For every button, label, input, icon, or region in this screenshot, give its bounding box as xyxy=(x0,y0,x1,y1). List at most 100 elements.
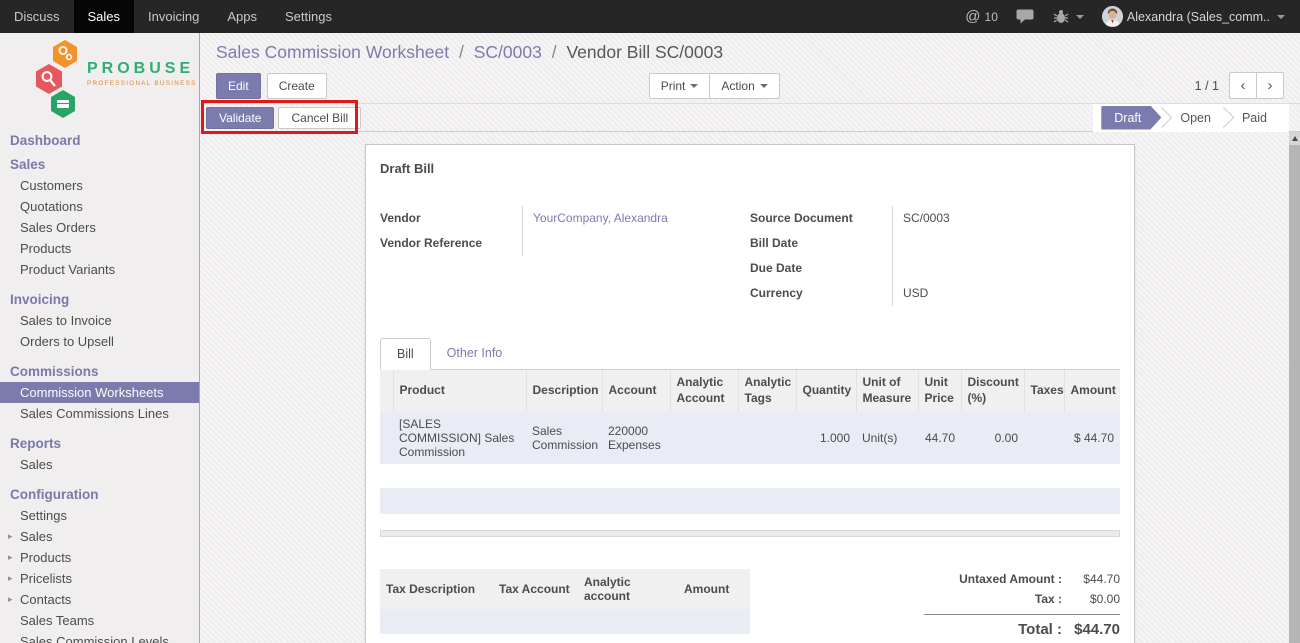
tab-bill[interactable]: Bill xyxy=(380,338,431,370)
vendor-reference-label: Vendor Reference xyxy=(380,231,522,256)
col-account[interactable]: Account xyxy=(602,370,670,412)
sidebar-item-sales-teams[interactable]: Sales Teams xyxy=(0,610,199,631)
empty-row xyxy=(380,488,1120,514)
sidebar-item-settings[interactable]: Settings xyxy=(0,505,199,526)
tab-other-info[interactable]: Other Info xyxy=(431,338,519,369)
sidebar-item-sales-commissions-lines[interactable]: Sales Commissions Lines xyxy=(0,403,199,424)
user-menu[interactable]: Alexandra (Sales_comm.. xyxy=(1093,0,1294,33)
menu-settings[interactable]: Settings xyxy=(271,0,346,33)
sidebar-header-dashboard[interactable]: Dashboard xyxy=(0,130,199,151)
col-tax-analytic-account[interactable]: Analytic account xyxy=(578,569,678,609)
bill-date-label: Bill Date xyxy=(750,231,892,256)
chevron-down-icon xyxy=(760,84,768,88)
cell-analytic-tags xyxy=(738,412,796,464)
sidebar-item-sales-to-invoice[interactable]: Sales to Invoice xyxy=(0,310,199,331)
sidebar-item-product-variants[interactable]: Product Variants xyxy=(0,259,199,280)
col-product[interactable]: Product xyxy=(393,370,526,412)
sidebar-item-products[interactable]: Products xyxy=(0,238,199,259)
breadcrumb-sc0003-link[interactable]: SC/0003 xyxy=(474,42,542,62)
breadcrumb-worksheet-link[interactable]: Sales Commission Worksheet xyxy=(216,42,449,62)
untaxed-amount-value: $44.70 xyxy=(1062,572,1120,586)
invoice-line-row[interactable]: [SALES COMMISSION] Sales Commission Sale… xyxy=(380,412,1120,464)
col-tax-amount[interactable]: Amount xyxy=(678,569,750,609)
tax-header-row: Tax Description Tax Account Analytic acc… xyxy=(380,569,750,609)
col-amount[interactable]: Amount xyxy=(1064,370,1120,412)
total-label: Total : xyxy=(1018,621,1062,638)
action-dropdown-button[interactable]: Action xyxy=(709,73,779,99)
col-quantity[interactable]: Quantity xyxy=(796,370,856,412)
vendor-bill-sheet: Draft Bill Vendor YourCompany, Alexandra… xyxy=(365,144,1135,643)
sidebar-item-customers[interactable]: Customers xyxy=(0,175,199,196)
messages-button[interactable] xyxy=(1007,0,1044,33)
breadcrumb: Sales Commission Worksheet / SC/0003 / V… xyxy=(216,42,1300,63)
scroll-up-arrow-icon[interactable] xyxy=(1289,132,1300,145)
sidebar-item-commission-worksheets[interactable]: Commission Worksheets xyxy=(0,382,199,403)
print-dropdown-button[interactable]: Print xyxy=(649,73,711,99)
field-group-left: Vendor YourCompany, Alexandra Vendor Ref… xyxy=(380,206,750,306)
expand-caret-icon: ▸ xyxy=(8,551,15,564)
cell-quantity: 1.000 xyxy=(796,412,856,464)
sidebar-item-sales-commission-levels[interactable]: Sales Commission Levels xyxy=(0,631,199,643)
col-unit-of-measure[interactable]: Unit of Measure xyxy=(856,370,918,412)
invoice-lines-table: Product Description Account Analytic Acc… xyxy=(380,370,1120,530)
col-tax-description[interactable]: Tax Description xyxy=(380,569,493,609)
vertical-scrollbar[interactable] xyxy=(1289,132,1300,643)
sidebar-header-reports[interactable]: Reports xyxy=(0,433,199,454)
tax-value: $0.00 xyxy=(1062,592,1120,606)
horizontal-scrollbar[interactable] xyxy=(380,530,1120,537)
pager-next-button[interactable]: › xyxy=(1256,72,1284,99)
probuse-logo-icon xyxy=(34,38,84,120)
currency-value: USD xyxy=(892,281,1120,306)
button-row: Edit Create Print Action 1 / 1 ‹ › xyxy=(216,72,1300,99)
mentions-button[interactable]: @ 10 xyxy=(956,0,1007,33)
pager: 1 / 1 ‹ › xyxy=(1195,72,1284,99)
sidebar-item-reports-sales[interactable]: Sales xyxy=(0,454,199,475)
sidebar-header-configuration[interactable]: Configuration xyxy=(0,484,199,505)
col-discount[interactable]: Discount (%) xyxy=(961,370,1024,412)
col-unit-price[interactable]: Unit Price xyxy=(918,370,961,412)
col-tax-account[interactable]: Tax Account xyxy=(493,569,578,609)
menu-sales[interactable]: Sales xyxy=(74,0,135,33)
edit-button[interactable]: Edit xyxy=(216,73,261,99)
debug-menu-button[interactable] xyxy=(1044,0,1093,33)
sidebar-item-label: Pricelists xyxy=(20,572,72,585)
menu-discuss[interactable]: Discuss xyxy=(0,0,74,33)
sidebar-item-contacts[interactable]: ▸Contacts xyxy=(0,589,199,610)
sidebar-item-config-products[interactable]: ▸Products xyxy=(0,547,199,568)
col-analytic-account[interactable]: Analytic Account xyxy=(670,370,738,412)
tax-label: Tax : xyxy=(1035,592,1062,606)
cell-uom: Unit(s) xyxy=(856,412,918,464)
probuse-logo: PROBUSE PROFESSIONAL BUSINESS xyxy=(34,38,199,120)
screen: Discuss Sales Invoicing Apps Settings @ … xyxy=(0,0,1300,643)
totals-block: Untaxed Amount : $44.70 Tax : $0.00 Tota… xyxy=(924,569,1120,641)
sidebar-header-sales[interactable]: Sales xyxy=(0,154,199,175)
col-analytic-tags[interactable]: Analytic Tags xyxy=(738,370,796,412)
create-button[interactable]: Create xyxy=(267,73,327,99)
breadcrumb-separator: / xyxy=(547,42,562,62)
state-paid[interactable]: Paid xyxy=(1230,106,1279,130)
cell-unit-price: 44.70 xyxy=(918,412,961,464)
sidebar-header-commissions[interactable]: Commissions xyxy=(0,361,199,382)
pager-previous-button[interactable]: ‹ xyxy=(1229,72,1257,99)
cancel-bill-button[interactable]: Cancel Bill xyxy=(278,107,361,129)
sidebar-header-invoicing[interactable]: Invoicing xyxy=(0,289,199,310)
sidebar-item-quotations[interactable]: Quotations xyxy=(0,196,199,217)
col-description[interactable]: Description xyxy=(526,370,602,412)
sidebar-item-orders-to-upsell[interactable]: Orders to Upsell xyxy=(0,331,199,352)
validate-button[interactable]: Validate xyxy=(206,107,274,129)
bill-state-title: Draft Bill xyxy=(380,161,1120,176)
empty-row xyxy=(380,514,1120,530)
sidebar-item-config-sales[interactable]: ▸Sales xyxy=(0,526,199,547)
at-icon: @ xyxy=(965,8,980,25)
sidebar-item-pricelists[interactable]: ▸Pricelists xyxy=(0,568,199,589)
col-taxes[interactable]: Taxes xyxy=(1024,370,1064,412)
sidebar-item-sales-orders[interactable]: Sales Orders xyxy=(0,217,199,238)
vendor-reference-value xyxy=(522,231,750,256)
menu-invoicing[interactable]: Invoicing xyxy=(134,0,213,33)
totals-section: Tax Description Tax Account Analytic acc… xyxy=(380,569,1120,643)
menu-apps[interactable]: Apps xyxy=(213,0,271,33)
top-menu: Discuss Sales Invoicing Apps Settings xyxy=(0,0,346,33)
notebook-tabs: Bill Other Info xyxy=(380,338,1120,370)
cell-description: Sales Commission xyxy=(526,412,602,464)
vendor-value[interactable]: YourCompany, Alexandra xyxy=(522,206,750,231)
